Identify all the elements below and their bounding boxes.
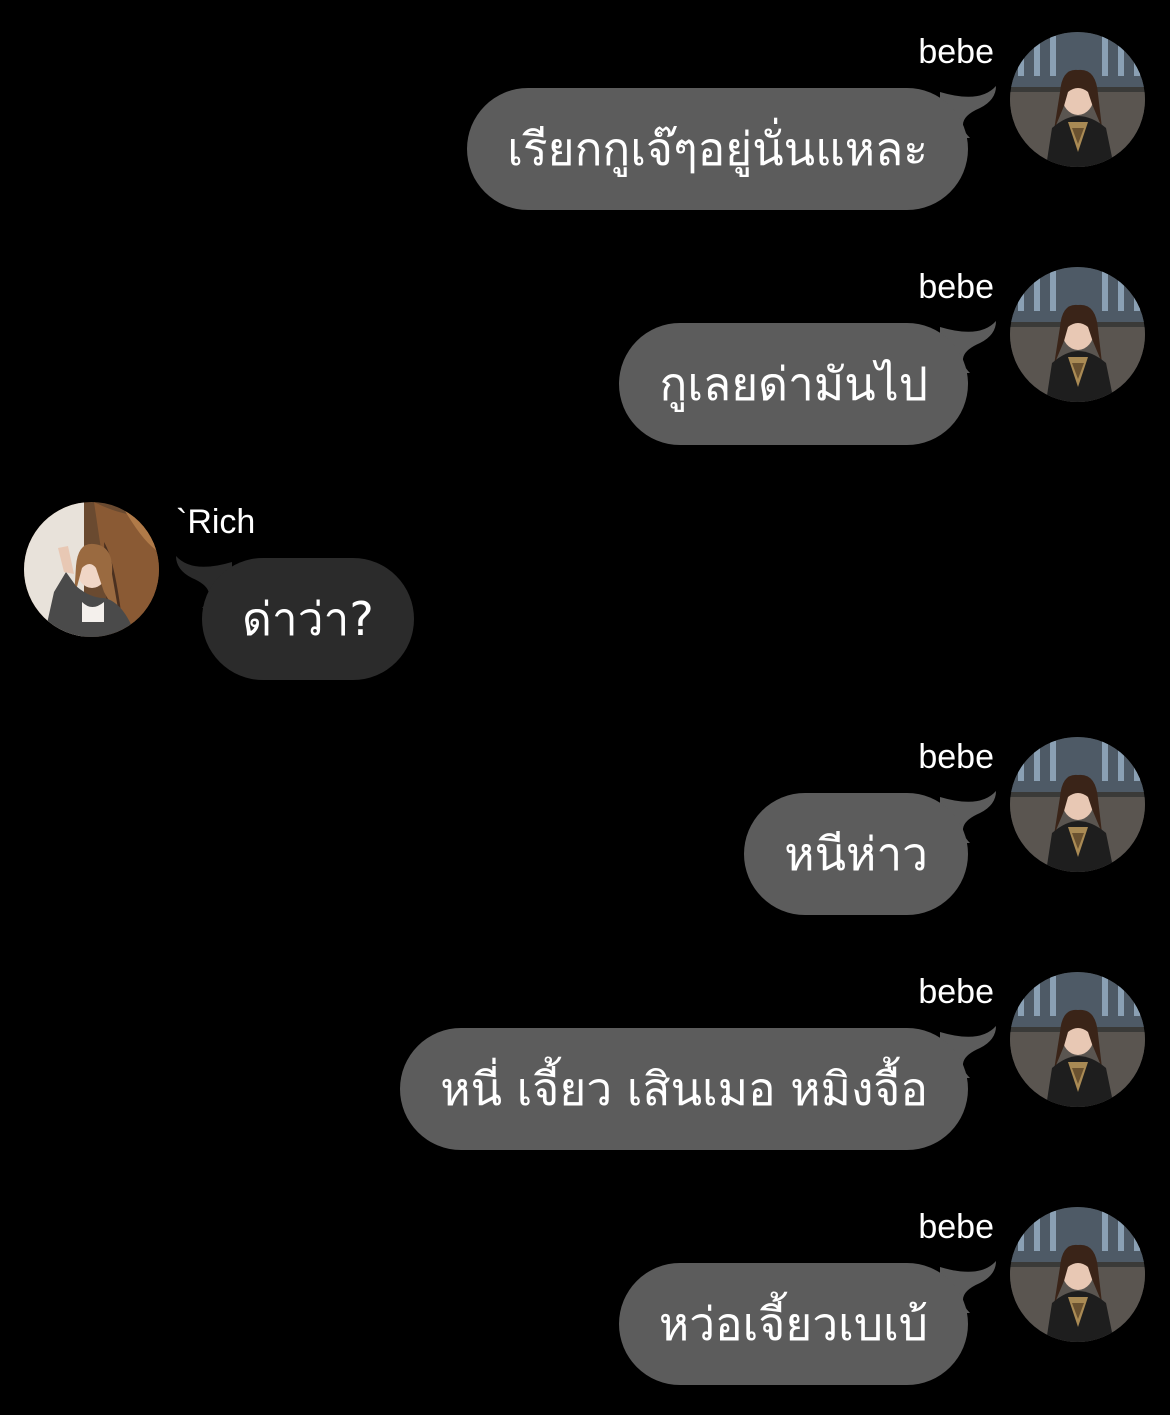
avatar[interactable]: [1010, 972, 1145, 1107]
message-row: bebe หนี่ เจี้ยว เสินเมอ หมิงจื้อ: [0, 972, 1170, 1157]
avatar[interactable]: [1010, 32, 1145, 167]
sender-name: bebe: [918, 33, 994, 71]
avatar-photo-bebe-icon: [1010, 1207, 1145, 1342]
avatar-photo-bebe-icon: [1010, 972, 1145, 1107]
avatar[interactable]: [1010, 737, 1145, 872]
chat-thread: bebe เรียกกูเจ๊ๆอยู่นั่นแหละ bebe กูเลยด…: [0, 0, 1170, 1415]
avatar[interactable]: [24, 502, 159, 637]
sender-name: bebe: [918, 738, 994, 776]
message-row: bebe หนีห่าว: [0, 737, 1170, 922]
avatar-photo-bebe-icon: [1010, 32, 1145, 167]
message-row: bebe เรียกกูเจ๊ๆอยู่นั่นแหละ: [0, 32, 1170, 217]
avatar-photo-rich-icon: [24, 502, 159, 637]
message-bubble[interactable]: หว่อเจี้ยวเบเบ้: [618, 1263, 968, 1385]
avatar-photo-bebe-icon: [1010, 267, 1145, 402]
sender-name: bebe: [918, 268, 994, 306]
message-bubble[interactable]: หนีห่าว: [744, 793, 968, 915]
message-bubble[interactable]: กูเลยด่ามันไป: [619, 323, 968, 445]
message-bubble[interactable]: หนี่ เจี้ยว เสินเมอ หมิงจื้อ: [400, 1028, 968, 1150]
message-bubble[interactable]: เรียกกูเจ๊ๆอยู่นั่นแหละ: [467, 88, 968, 210]
message-row: `Rich ด่าว่า?: [0, 502, 1170, 687]
message-row: bebe หว่อเจี้ยวเบเบ้: [0, 1207, 1170, 1392]
avatar[interactable]: [1010, 267, 1145, 402]
avatar-photo-bebe-icon: [1010, 737, 1145, 872]
sender-name: bebe: [918, 1208, 994, 1246]
sender-name: bebe: [918, 973, 994, 1011]
message-bubble[interactable]: ด่าว่า?: [202, 558, 414, 680]
sender-name: `Rich: [176, 503, 256, 541]
message-row: bebe กูเลยด่ามันไป: [0, 267, 1170, 452]
avatar[interactable]: [1010, 1207, 1145, 1342]
